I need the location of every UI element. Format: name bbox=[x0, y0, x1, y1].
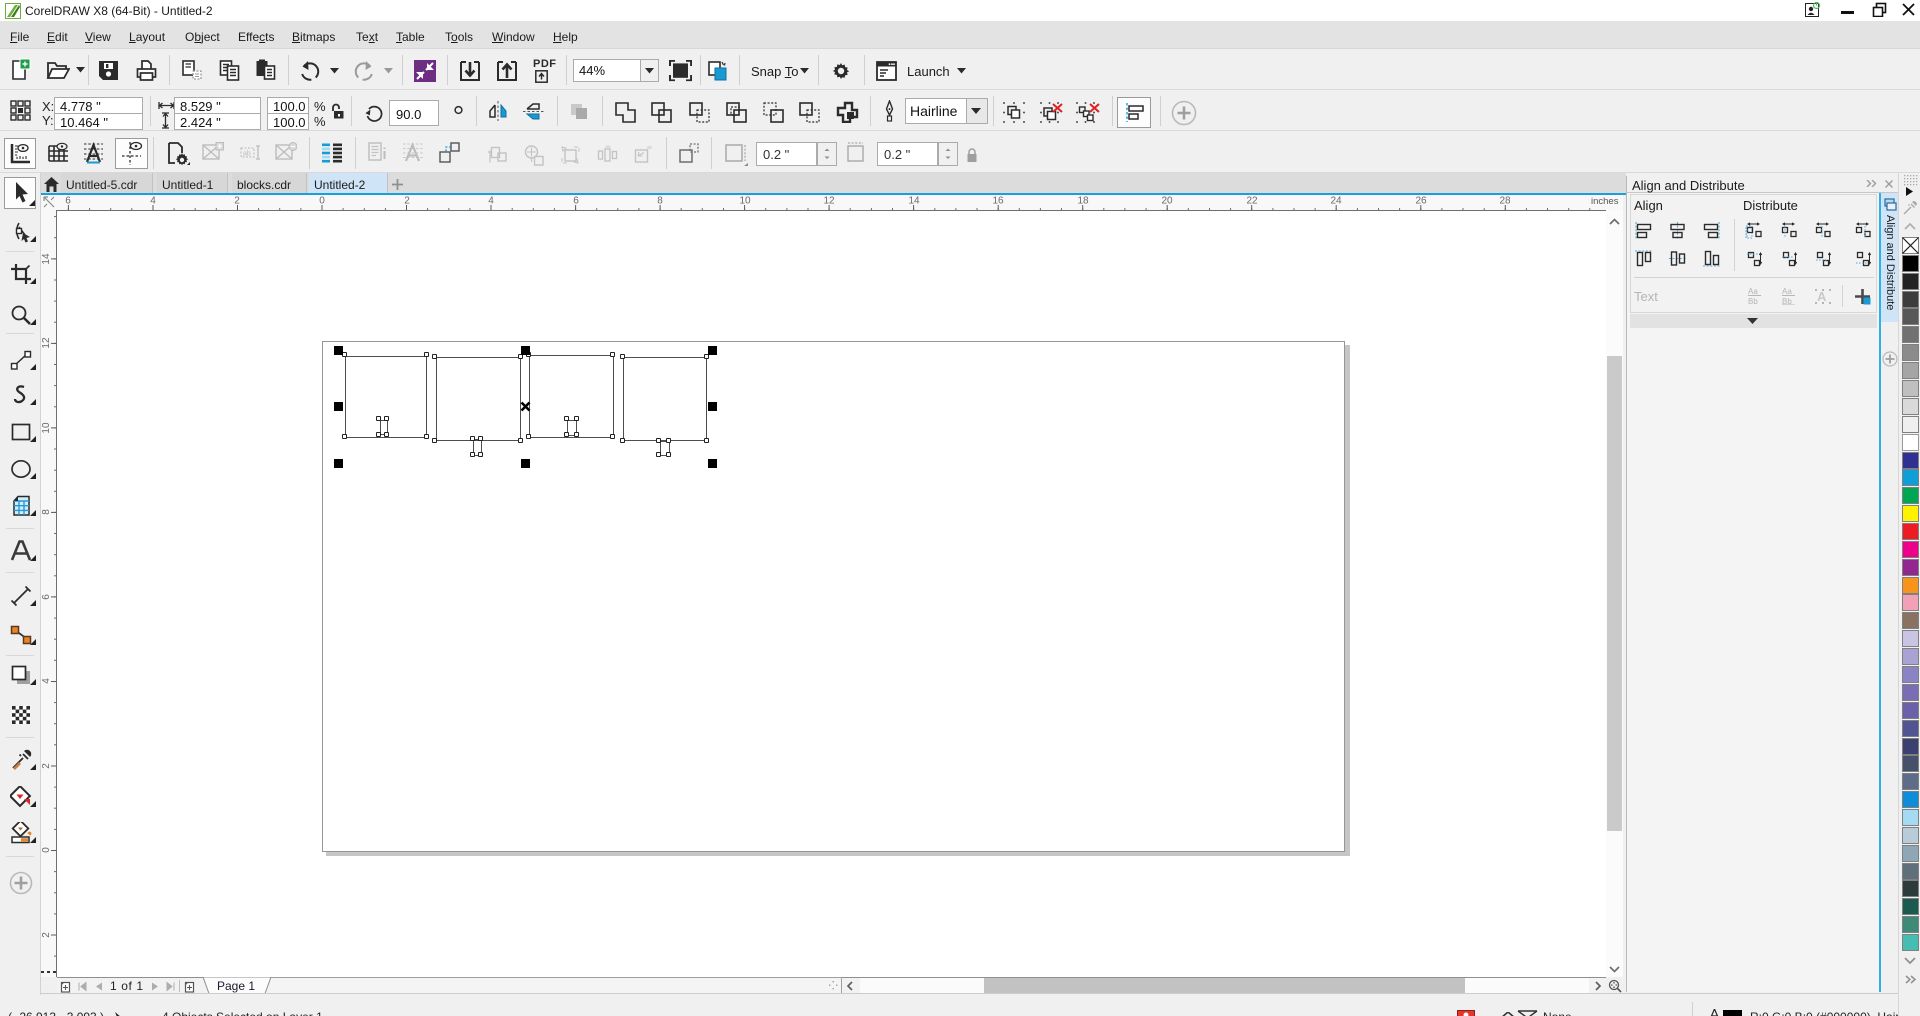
svg-text:4: 4 bbox=[488, 196, 494, 207]
svg-text:2: 2 bbox=[41, 763, 52, 769]
svg-text:20: 20 bbox=[1161, 196, 1173, 207]
svg-text:Bb: Bb bbox=[1748, 297, 1758, 305]
svg-text:8: 8 bbox=[657, 196, 663, 207]
svg-text:22: 22 bbox=[1246, 196, 1258, 207]
svg-text:14: 14 bbox=[41, 253, 52, 265]
svg-text:0: 0 bbox=[319, 196, 325, 207]
svg-text:6: 6 bbox=[41, 594, 52, 600]
svg-text:0: 0 bbox=[41, 847, 52, 853]
svg-text:12: 12 bbox=[823, 196, 835, 207]
svg-text:Aa: Aa bbox=[1782, 287, 1792, 296]
svg-text:8: 8 bbox=[41, 509, 52, 515]
svg-text:24: 24 bbox=[1330, 196, 1342, 207]
svg-text:2: 2 bbox=[41, 932, 52, 938]
svg-text:Aa: Aa bbox=[1748, 287, 1758, 296]
svg-text:26: 26 bbox=[1415, 196, 1427, 207]
svg-text:Bb: Bb bbox=[1782, 297, 1792, 305]
svg-text:14: 14 bbox=[908, 196, 920, 207]
svg-text:12: 12 bbox=[41, 337, 52, 349]
svg-text:2: 2 bbox=[404, 196, 410, 207]
svg-text:A: A bbox=[1817, 289, 1827, 304]
svg-text:16: 16 bbox=[992, 196, 1004, 207]
svg-text:6: 6 bbox=[573, 196, 579, 207]
svg-text:4: 4 bbox=[41, 678, 52, 684]
svg-text:10: 10 bbox=[739, 196, 751, 207]
svg-text:18: 18 bbox=[1077, 196, 1089, 207]
svg-text:2: 2 bbox=[234, 196, 240, 207]
svg-text:4: 4 bbox=[150, 196, 156, 207]
svg-text:10: 10 bbox=[41, 422, 52, 434]
svg-text:ab: ab bbox=[243, 151, 251, 158]
svg-text:6: 6 bbox=[65, 196, 71, 207]
svg-text:28: 28 bbox=[1499, 196, 1511, 207]
